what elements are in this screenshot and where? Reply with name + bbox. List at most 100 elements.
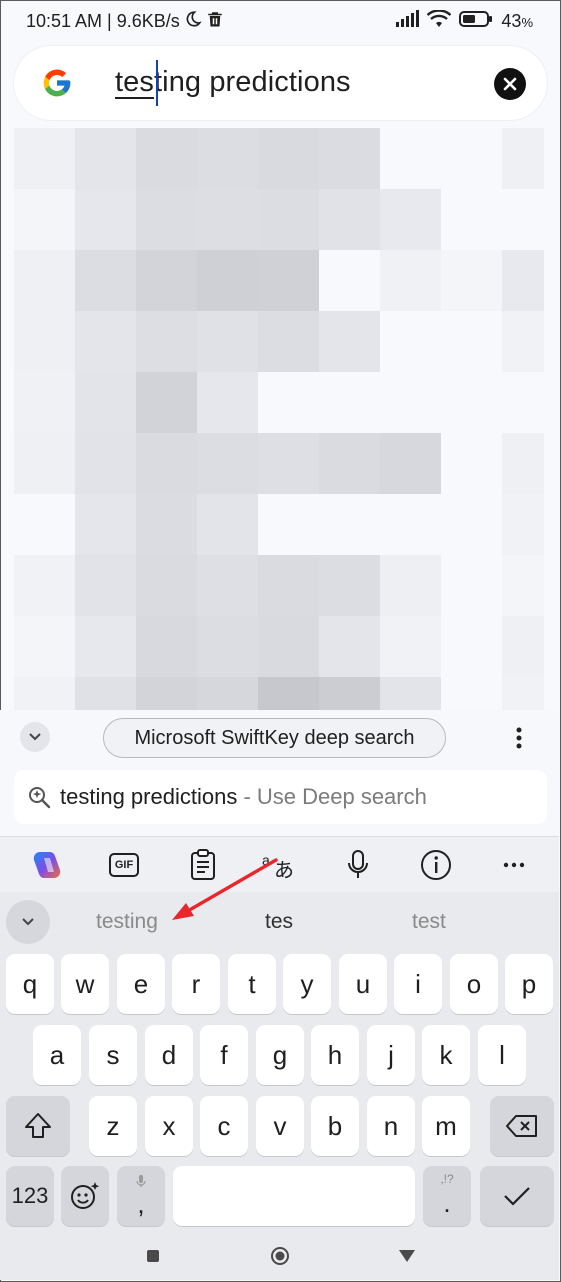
key-n[interactable]: n — [367, 1096, 415, 1156]
key-h[interactable]: h — [311, 1025, 359, 1085]
key-c[interactable]: c — [200, 1096, 248, 1156]
prediction-1[interactable]: testing — [96, 910, 158, 934]
blur-tile — [197, 128, 258, 189]
mic-hint-icon — [136, 1175, 146, 1187]
key-p[interactable]: p — [505, 954, 553, 1014]
mic-icon[interactable] — [341, 848, 375, 882]
blur-tile — [14, 311, 75, 372]
key-f[interactable]: f — [200, 1025, 248, 1085]
key-v[interactable]: v — [256, 1096, 304, 1156]
more-vert-icon[interactable] — [508, 724, 530, 752]
key-y[interactable]: y — [283, 954, 331, 1014]
blur-tile — [136, 189, 197, 250]
info-icon[interactable] — [419, 848, 453, 882]
blur-tile — [197, 250, 258, 311]
blur-tile — [136, 677, 197, 710]
blur-tile — [75, 677, 136, 710]
numbers-key[interactable]: 123 — [6, 1166, 54, 1226]
key-i[interactable]: i — [394, 954, 442, 1014]
key-j[interactable]: j — [367, 1025, 415, 1085]
wifi-icon — [427, 8, 452, 33]
blur-tile — [502, 311, 544, 372]
back-icon[interactable] — [395, 1244, 419, 1268]
blur-tile — [197, 555, 258, 616]
blur-tile — [319, 433, 380, 494]
blur-tile — [319, 555, 380, 616]
key-s[interactable]: s — [89, 1025, 137, 1085]
trash-icon — [206, 10, 224, 33]
blur-tile — [502, 677, 544, 710]
blur-tile — [197, 433, 258, 494]
blur-tile — [197, 616, 258, 677]
checkmark-icon — [504, 1187, 530, 1206]
blur-tile — [502, 616, 544, 677]
shift-key[interactable] — [6, 1096, 70, 1156]
blur-tile — [502, 555, 544, 616]
key-o[interactable]: o — [450, 954, 498, 1014]
key-z[interactable]: z — [89, 1096, 137, 1156]
blur-tile — [502, 128, 544, 189]
blur-tile — [441, 189, 502, 250]
key-g[interactable]: g — [256, 1025, 304, 1085]
blur-tile — [14, 555, 75, 616]
deep-search-suggestion[interactable]: testing predictions - Use Deep search — [14, 770, 547, 824]
blur-tile — [75, 555, 136, 616]
more-horiz-icon[interactable] — [497, 848, 531, 882]
prediction-3[interactable]: test — [412, 910, 446, 934]
emoji-key[interactable] — [61, 1166, 109, 1226]
emoji-icon — [71, 1182, 100, 1209]
blur-tile — [136, 128, 197, 189]
gif-icon[interactable]: GIF — [107, 848, 141, 882]
key-x[interactable]: x — [145, 1096, 193, 1156]
blur-tile — [258, 616, 319, 677]
key-w[interactable]: w — [61, 954, 109, 1014]
blur-tile — [75, 311, 136, 372]
key-k[interactable]: k — [422, 1025, 470, 1085]
key-m[interactable]: m — [422, 1096, 470, 1156]
chevron-down-icon[interactable] — [6, 900, 50, 944]
period-key[interactable]: ,!? . — [423, 1166, 471, 1226]
enter-key[interactable] — [480, 1166, 554, 1226]
key-a[interactable]: a — [33, 1025, 81, 1085]
home-icon[interactable] — [268, 1244, 292, 1268]
clear-icon[interactable] — [494, 68, 526, 100]
blur-tile — [441, 677, 502, 710]
backspace-icon — [506, 1115, 537, 1137]
blur-tile — [502, 433, 544, 494]
comma-key[interactable]: , — [117, 1166, 165, 1226]
blur-tile — [258, 494, 319, 555]
spacebar[interactable] — [173, 1166, 415, 1226]
recents-icon[interactable] — [141, 1244, 165, 1268]
copilot-icon[interactable] — [30, 848, 64, 882]
blur-tile — [258, 128, 319, 189]
clipboard-icon[interactable] — [186, 848, 220, 882]
blur-tile — [14, 189, 75, 250]
blur-tile — [319, 616, 380, 677]
key-t[interactable]: t — [228, 954, 276, 1014]
key-e[interactable]: e — [117, 954, 165, 1014]
translate-icon[interactable]: a あ — [262, 848, 296, 882]
chevron-down-icon[interactable] — [20, 722, 50, 752]
key-q[interactable]: q — [6, 954, 54, 1014]
prediction-2[interactable]: tes — [265, 910, 293, 934]
key-l[interactable]: l — [478, 1025, 526, 1085]
search-input[interactable]: testing predictions — [115, 66, 351, 99]
search-bar[interactable]: testing predictions — [14, 46, 547, 120]
blur-tile — [380, 677, 441, 710]
blur-tile — [319, 677, 380, 710]
blur-tile — [319, 189, 380, 250]
blur-tile — [319, 250, 380, 311]
blur-tile — [380, 616, 441, 677]
blur-tile — [75, 189, 136, 250]
blur-tile — [258, 250, 319, 311]
key-b[interactable]: b — [311, 1096, 359, 1156]
key-d[interactable]: d — [145, 1025, 193, 1085]
swiftkey-deep-search-chip[interactable]: Microsoft SwiftKey deep search — [103, 718, 446, 758]
backspace-key[interactable] — [490, 1096, 554, 1156]
key-r[interactable]: r — [172, 954, 220, 1014]
blur-tile — [14, 616, 75, 677]
blur-tile — [197, 494, 258, 555]
key-u[interactable]: u — [339, 954, 387, 1014]
blur-tile — [14, 372, 75, 433]
blur-tile — [380, 128, 441, 189]
